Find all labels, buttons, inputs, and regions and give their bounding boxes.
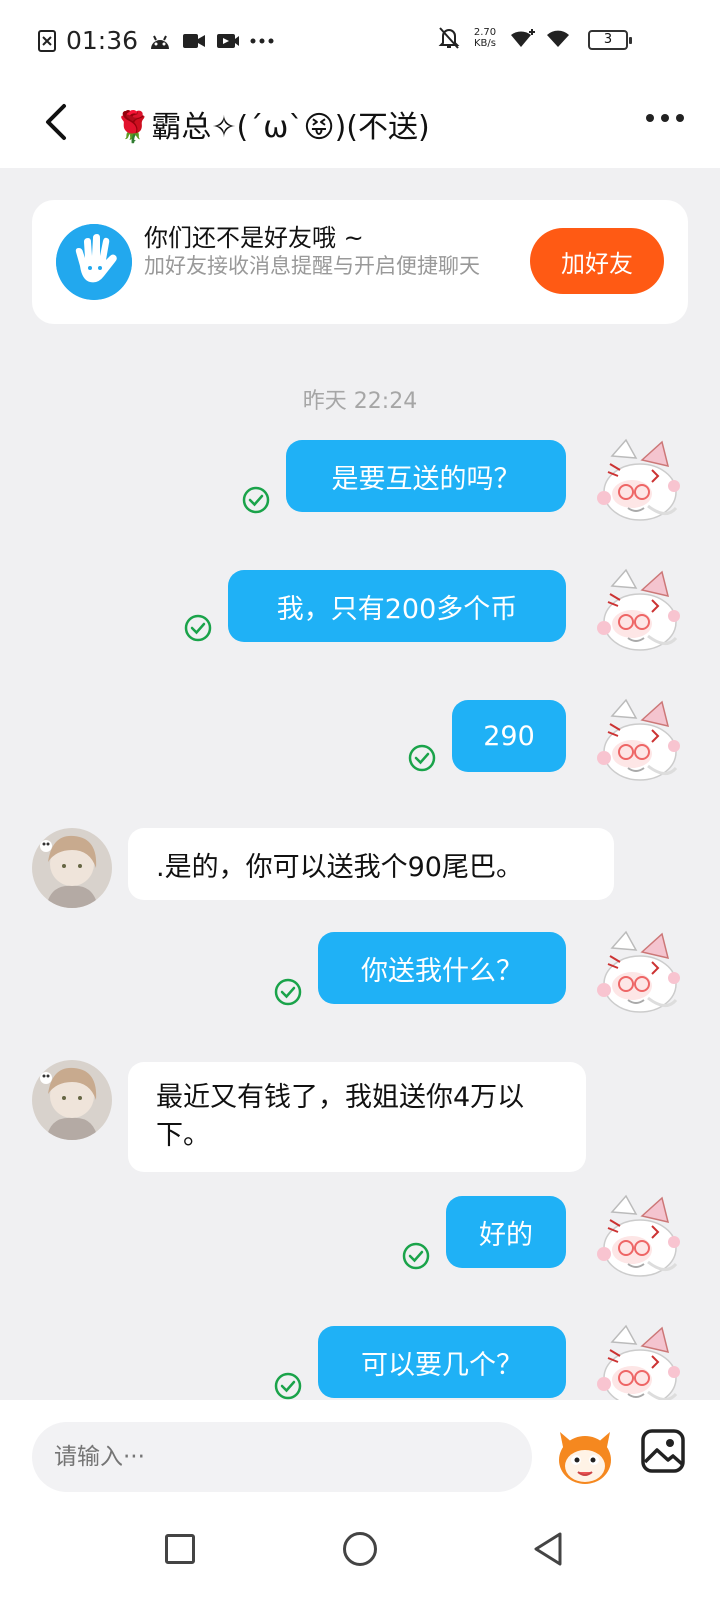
message-bubble-out[interactable]: 好的 [446, 1196, 566, 1268]
chat-header: 🌹霸总✧(´ω`😝)(不送) [0, 80, 720, 168]
message-bubble-in[interactable]: .是的，你可以送我个90尾巴。 [128, 828, 614, 900]
read-check-icon [184, 614, 212, 642]
message-bubble-in[interactable]: 最近又有钱了，我姐送你4万以下。 [128, 1062, 586, 1172]
chat-title: 🌹霸总✧(´ω`😝)(不送) [114, 110, 430, 145]
status-time: 01:36 [66, 26, 139, 55]
self-avatar[interactable] [592, 566, 688, 662]
more-options-icon[interactable] [646, 114, 684, 122]
contact-avatar[interactable] [32, 828, 112, 908]
message-bubble-out[interactable]: 是要互送的吗？ [286, 440, 566, 512]
add-friend-banner: 你们还不是好友哦 ~ 加好友接收消息提醒与开启便捷聊天 加好友 [32, 200, 688, 324]
video-camera-icon [183, 33, 206, 48]
message-bubble-out[interactable]: 可以要几个？ [318, 1326, 566, 1398]
banner-subtitle: 加好友接收消息提醒与开启便捷聊天 [144, 254, 480, 278]
message-bubble-out[interactable]: 290 [452, 700, 566, 772]
home-button[interactable] [343, 1532, 377, 1566]
close-notification-icon [38, 29, 56, 52]
image-picker-icon[interactable] [640, 1428, 686, 1474]
message-input[interactable] [32, 1422, 532, 1492]
read-check-icon [274, 1372, 302, 1400]
message-timestamp: 昨天 22:24 [302, 389, 418, 414]
self-avatar[interactable] [592, 1192, 688, 1288]
back-button[interactable] [530, 1530, 568, 1568]
battery-icon: 3 [588, 30, 632, 50]
message-bubble-out[interactable]: 我，只有200多个币 [228, 570, 566, 642]
wifi-plus-icon [511, 29, 535, 47]
network-speed: 2.70 KB/s [473, 27, 497, 49]
wifi-icon [547, 30, 569, 47]
more-dots-icon [250, 38, 274, 43]
read-check-icon [242, 486, 270, 514]
mute-bell-icon [438, 27, 460, 49]
add-friend-button[interactable]: 加好友 [530, 228, 664, 294]
status-bar-left: 01:36 [38, 26, 274, 55]
self-avatar[interactable] [592, 928, 688, 1024]
read-check-icon [408, 744, 436, 772]
self-avatar[interactable] [592, 696, 688, 792]
read-check-icon [274, 978, 302, 1006]
waving-hand-icon [56, 224, 132, 300]
message-input-bar [0, 1400, 720, 1514]
contact-avatar[interactable] [32, 1060, 112, 1140]
status-bar-right: 2.70 KB/s [438, 26, 570, 50]
status-bar: 01:36 2.70 KB/s 3 [0, 0, 720, 80]
mascot-emoji-icon[interactable] [552, 1422, 618, 1488]
android-icon [151, 35, 170, 49]
recents-button[interactable] [165, 1534, 195, 1564]
screen-record-icon [217, 33, 240, 48]
banner-title: 你们还不是好友哦 ~ [144, 224, 364, 252]
read-check-icon [402, 1242, 430, 1270]
system-nav-bar [0, 1514, 720, 1606]
message-bubble-out[interactable]: 你送我什么？ [318, 932, 566, 1004]
back-arrow-icon[interactable] [38, 100, 78, 144]
self-avatar[interactable] [592, 436, 688, 532]
